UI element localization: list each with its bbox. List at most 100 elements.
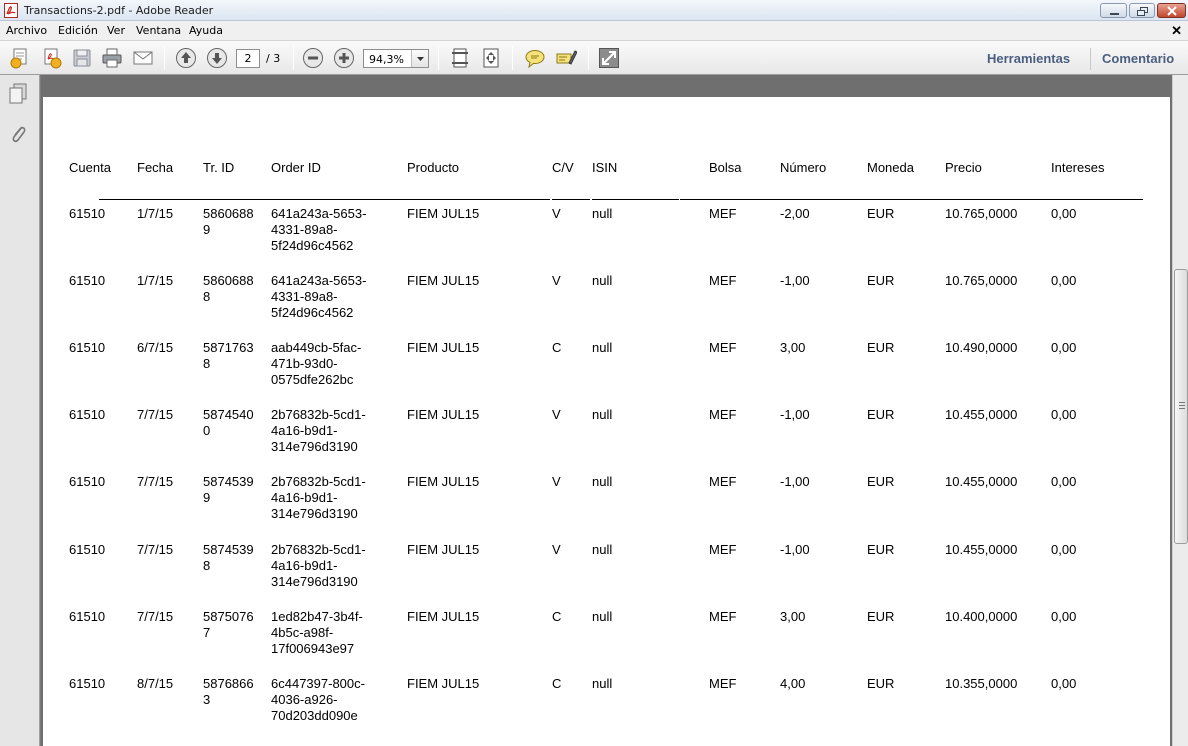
scrollbar-grip-icon <box>1179 402 1185 409</box>
header-cv: C/V <box>552 160 574 175</box>
cell-precio: 10.765,0000 <box>945 273 1018 288</box>
vertical-scrollbar[interactable] <box>1172 75 1188 746</box>
header-moneda: Moneda <box>867 160 914 175</box>
zoom-level-select[interactable]: 94,3% <box>363 49 429 68</box>
highlighter-icon <box>556 50 578 65</box>
paperclip-icon <box>12 126 26 143</box>
print-button[interactable] <box>101 47 123 69</box>
comment-pane-button[interactable]: Comentario <box>1102 51 1174 66</box>
cell-intereses: 0,00 <box>1051 273 1077 288</box>
cell-isin: null <box>592 676 613 691</box>
header-rule <box>552 199 590 200</box>
scrollbar-thumb[interactable] <box>1174 269 1188 544</box>
cell-fecha: 7/7/15 <box>137 407 174 422</box>
toolbar-separator <box>293 46 294 70</box>
cell-cuenta: 61510 <box>69 340 106 355</box>
full-screen-button[interactable] <box>598 47 620 69</box>
cell-bolsa: MEF <box>709 474 737 489</box>
cell-precio: 10.765,0000 <box>945 206 1018 221</box>
cell-bolsa: MEF <box>709 676 737 691</box>
fit-page-button[interactable] <box>449 47 471 69</box>
arrow-down-icon <box>207 48 227 68</box>
cell-producto: FIEM JUL15 <box>407 273 480 288</box>
minimize-button[interactable] <box>1100 3 1127 18</box>
cell-numero: -1,00 <box>780 542 810 557</box>
email-button[interactable] <box>132 47 154 69</box>
zoom-dropdown-button[interactable] <box>411 50 428 67</box>
save-button[interactable] <box>71 47 93 69</box>
sticky-note-button[interactable] <box>524 47 546 69</box>
cell-order-id: 4036-a926- <box>271 692 338 707</box>
share-file-button[interactable] <box>40 47 62 69</box>
attachments-button[interactable] <box>8 123 28 145</box>
cell-bolsa: MEF <box>709 407 737 422</box>
cell-producto: FIEM JUL15 <box>407 676 480 691</box>
cell-tr-id: 8 <box>203 558 211 573</box>
header-bolsa: Bolsa <box>709 160 742 175</box>
previous-page-button[interactable] <box>175 47 197 69</box>
cell-cv: V <box>552 273 561 288</box>
restore-button[interactable] <box>1129 3 1155 18</box>
tools-pane-button[interactable]: Herramientas <box>987 51 1070 66</box>
toolbar: 2 / 3 94,3% Herramientas Comentario <box>0 40 1188 75</box>
menu-ver[interactable]: Ver <box>107 24 125 37</box>
cell-tr-id: 5871763 <box>203 340 254 355</box>
cell-order-id: 2b76832b-5cd1- <box>271 542 366 557</box>
cell-tr-id: 0 <box>203 423 211 438</box>
cell-tr-id: 9 <box>203 490 211 505</box>
cell-fecha: 1/7/15 <box>137 206 174 221</box>
header-rule <box>592 199 679 200</box>
fit-width-button[interactable] <box>480 47 502 69</box>
page-thumbnails-button[interactable] <box>8 83 28 105</box>
cell-moneda: EUR <box>867 542 895 557</box>
cell-tr-id: 5876866 <box>203 676 254 691</box>
document-viewer: Cuenta Fecha Tr. ID Order ID Producto C/… <box>41 75 1188 746</box>
menu-edicion[interactable]: Edición <box>58 24 98 37</box>
header-intereses: Intereses <box>1051 160 1105 175</box>
cell-order-id: 471b-93d0- <box>271 356 338 371</box>
cell-tr-id: 9 <box>203 222 211 237</box>
zoom-in-button[interactable] <box>333 47 355 69</box>
create-pdf-button[interactable] <box>9 47 31 69</box>
cell-producto: FIEM JUL15 <box>407 609 480 624</box>
cell-order-id: 4a16-b9d1- <box>271 558 338 573</box>
navigation-pane <box>0 75 40 746</box>
cell-numero: 4,00 <box>780 676 806 691</box>
menu-ventana[interactable]: Ventana <box>136 24 181 37</box>
cell-fecha: 7/7/15 <box>137 609 174 624</box>
cell-producto: FIEM JUL15 <box>407 340 480 355</box>
toolbar-separator <box>1090 48 1091 70</box>
cell-order-id: 4a16-b9d1- <box>271 490 338 505</box>
cell-order-id: 5f24d96c4562 <box>271 238 354 253</box>
create-pdf-icon <box>10 48 27 69</box>
cell-moneda: EUR <box>867 407 895 422</box>
header-tr-id: Tr. ID <box>203 160 235 175</box>
cell-moneda: EUR <box>867 474 895 489</box>
cell-order-id: 4331-89a8- <box>271 289 338 304</box>
cell-numero: 3,00 <box>780 340 806 355</box>
close-document-icon[interactable]: ✕ <box>1171 23 1182 39</box>
page-number-input[interactable]: 2 <box>236 49 260 68</box>
share-file-icon <box>44 48 62 69</box>
cell-moneda: EUR <box>867 273 895 288</box>
cell-moneda: EUR <box>867 206 895 221</box>
highlight-button[interactable] <box>555 47 578 69</box>
next-page-button[interactable] <box>206 47 228 69</box>
cell-fecha: 1/7/15 <box>137 273 174 288</box>
zoom-out-button[interactable] <box>302 47 324 69</box>
menu-archivo[interactable]: Archivo <box>6 24 47 37</box>
header-producto: Producto <box>407 160 460 175</box>
window-title: Transactions-2.pdf - Adobe Reader <box>24 4 214 17</box>
cell-order-id: 6c447397-800c- <box>271 676 365 691</box>
cell-cuenta: 61510 <box>69 609 106 624</box>
header-isin: ISIN <box>592 160 618 175</box>
header-rule <box>99 199 550 200</box>
cell-isin: null <box>592 609 613 624</box>
cell-cuenta: 61510 <box>69 474 106 489</box>
menu-ayuda[interactable]: Ayuda <box>189 24 223 37</box>
toolbar-separator <box>588 46 589 70</box>
fit-width-icon <box>483 48 499 68</box>
pages-icon <box>9 83 27 104</box>
close-button[interactable] <box>1157 3 1186 18</box>
cell-precio: 10.455,0000 <box>945 407 1018 422</box>
